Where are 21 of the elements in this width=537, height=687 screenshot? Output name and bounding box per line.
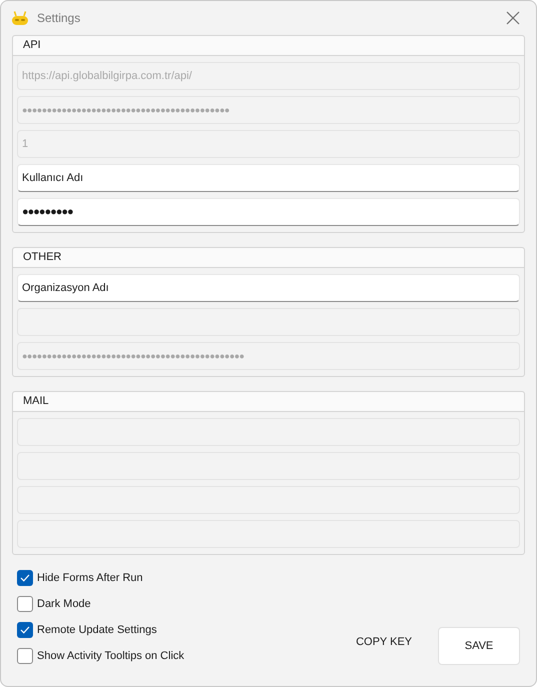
input-field[interactable]: ●●●●●●●●● <box>17 198 520 226</box>
checkbox-label: Show Activity Tooltips on Click <box>37 648 184 664</box>
group-title: MAIL <box>23 394 49 410</box>
check-icon <box>20 574 30 582</box>
group-title: API <box>23 38 41 54</box>
checkbox[interactable] <box>17 596 33 612</box>
check-icon <box>20 626 30 634</box>
checkbox[interactable] <box>17 570 33 586</box>
checkbox[interactable] <box>17 648 33 664</box>
copy-key-button[interactable]: COPY KEY <box>352 632 416 652</box>
group-title: OTHER <box>23 250 62 266</box>
checkbox-label: Remote Update Settings <box>37 622 157 638</box>
checkbox-label: Hide Forms After Run <box>37 570 143 586</box>
close-icon <box>506 11 520 25</box>
input-field[interactable]: Organizasyon Adı <box>17 274 520 302</box>
save-button[interactable]: SAVE <box>438 627 520 665</box>
robot-icon <box>11 10 29 26</box>
input-field[interactable]: Kullanıcı Adı <box>17 164 520 192</box>
checkbox[interactable] <box>17 622 33 638</box>
window-title: Settings <box>37 10 80 27</box>
checkbox-label: Dark Mode <box>37 596 91 612</box>
